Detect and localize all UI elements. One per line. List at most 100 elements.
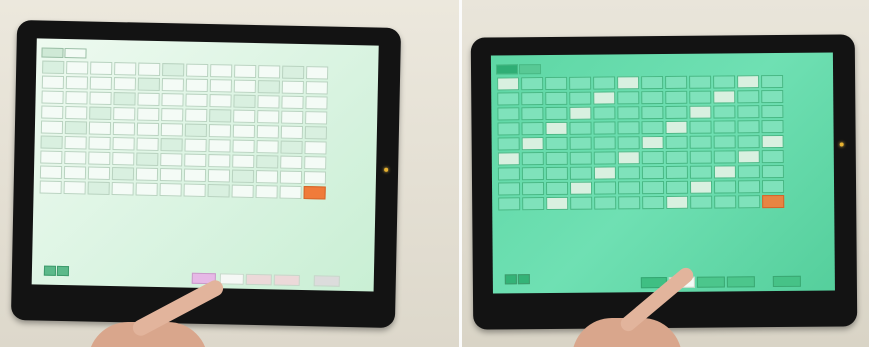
control-button[interactable] [761, 104, 784, 119]
control-button[interactable] [66, 61, 89, 75]
control-button[interactable] [569, 166, 592, 180]
control-button[interactable] [689, 120, 712, 134]
control-button[interactable] [281, 95, 304, 110]
control-button[interactable] [497, 107, 520, 121]
control-button[interactable] [136, 137, 159, 151]
control-button[interactable] [209, 109, 232, 123]
control-button[interactable] [184, 123, 208, 138]
control-button[interactable] [546, 196, 569, 211]
tab-2[interactable] [518, 64, 542, 75]
system-button-1[interactable] [504, 274, 517, 285]
control-button[interactable] [135, 167, 159, 181]
control-button[interactable] [280, 140, 303, 155]
control-button[interactable] [280, 125, 304, 140]
control-button[interactable] [737, 135, 760, 149]
footer-button-5[interactable] [313, 275, 340, 287]
control-button[interactable] [65, 91, 88, 105]
control-button[interactable] [138, 62, 161, 77]
control-button[interactable] [303, 171, 327, 185]
control-button[interactable] [641, 121, 664, 135]
control-button[interactable] [521, 137, 544, 151]
control-button[interactable] [521, 92, 544, 106]
control-button[interactable] [713, 75, 736, 89]
control-button[interactable] [258, 65, 281, 79]
control-button[interactable] [642, 195, 665, 210]
control-button[interactable] [713, 105, 736, 119]
control-button[interactable] [738, 195, 761, 209]
control-button[interactable] [114, 62, 137, 76]
control-button[interactable] [545, 166, 568, 181]
control-button[interactable] [761, 164, 784, 179]
control-button[interactable] [233, 109, 256, 124]
control-button[interactable] [665, 135, 688, 149]
control-button[interactable] [593, 181, 617, 195]
control-button[interactable] [641, 136, 664, 150]
control-button[interactable] [665, 105, 688, 119]
control-button[interactable] [161, 78, 184, 92]
control-button[interactable] [713, 180, 737, 194]
control-button[interactable] [113, 107, 136, 121]
control-button[interactable] [233, 94, 256, 109]
control-button[interactable] [761, 149, 784, 164]
control-button[interactable] [280, 155, 303, 170]
control-button[interactable] [231, 169, 255, 184]
control-button[interactable] [160, 138, 183, 152]
control-button[interactable] [209, 79, 232, 93]
control-button[interactable] [136, 122, 160, 137]
control-button[interactable] [210, 64, 233, 78]
control-button[interactable] [303, 186, 326, 200]
footer-button-4[interactable] [273, 274, 300, 286]
control-button[interactable] [64, 151, 87, 165]
control-button[interactable] [666, 195, 689, 209]
control-button[interactable] [183, 183, 206, 197]
control-button[interactable] [304, 141, 327, 155]
control-button[interactable] [617, 136, 640, 150]
control-button[interactable] [64, 121, 88, 135]
control-button[interactable] [737, 120, 760, 134]
footer-button-white[interactable] [219, 273, 244, 285]
control-button[interactable] [137, 107, 160, 122]
control-button[interactable] [89, 76, 113, 91]
control-button[interactable] [87, 181, 110, 195]
control-button[interactable] [761, 179, 785, 194]
control-button[interactable] [255, 170, 279, 184]
control-button[interactable] [304, 126, 328, 140]
control-button[interactable] [665, 90, 688, 104]
control-button[interactable] [521, 182, 545, 196]
control-button[interactable] [159, 168, 183, 182]
control-button[interactable] [569, 121, 592, 135]
control-button[interactable] [497, 167, 520, 181]
control-button[interactable] [161, 93, 184, 107]
control-button[interactable] [279, 185, 302, 200]
control-button[interactable] [231, 184, 254, 199]
control-button[interactable] [521, 77, 544, 91]
control-button[interactable] [617, 76, 640, 90]
control-button[interactable] [137, 92, 160, 107]
control-button[interactable] [593, 106, 616, 120]
control-button[interactable] [593, 166, 616, 180]
control-button[interactable] [88, 151, 111, 165]
control-button[interactable] [161, 108, 184, 122]
control-button[interactable] [279, 170, 303, 185]
control-button[interactable] [713, 135, 736, 149]
control-button[interactable] [521, 107, 544, 121]
control-button[interactable] [570, 196, 593, 210]
control-button[interactable] [497, 182, 521, 196]
control-button[interactable] [641, 76, 664, 90]
control-button[interactable] [41, 105, 64, 119]
control-button[interactable] [42, 60, 65, 75]
footer-button-5[interactable] [772, 275, 801, 288]
control-button[interactable] [593, 76, 616, 90]
control-button[interactable] [112, 122, 136, 136]
control-button[interactable] [88, 121, 112, 135]
control-button[interactable] [90, 61, 113, 76]
control-button[interactable] [209, 94, 232, 108]
control-button[interactable] [185, 93, 208, 108]
control-button[interactable] [689, 150, 712, 164]
control-button[interactable] [232, 124, 256, 139]
control-button[interactable] [689, 75, 712, 89]
control-button[interactable] [569, 91, 592, 105]
control-button[interactable] [305, 81, 328, 95]
control-button[interactable] [665, 75, 688, 89]
control-button[interactable] [569, 136, 592, 150]
